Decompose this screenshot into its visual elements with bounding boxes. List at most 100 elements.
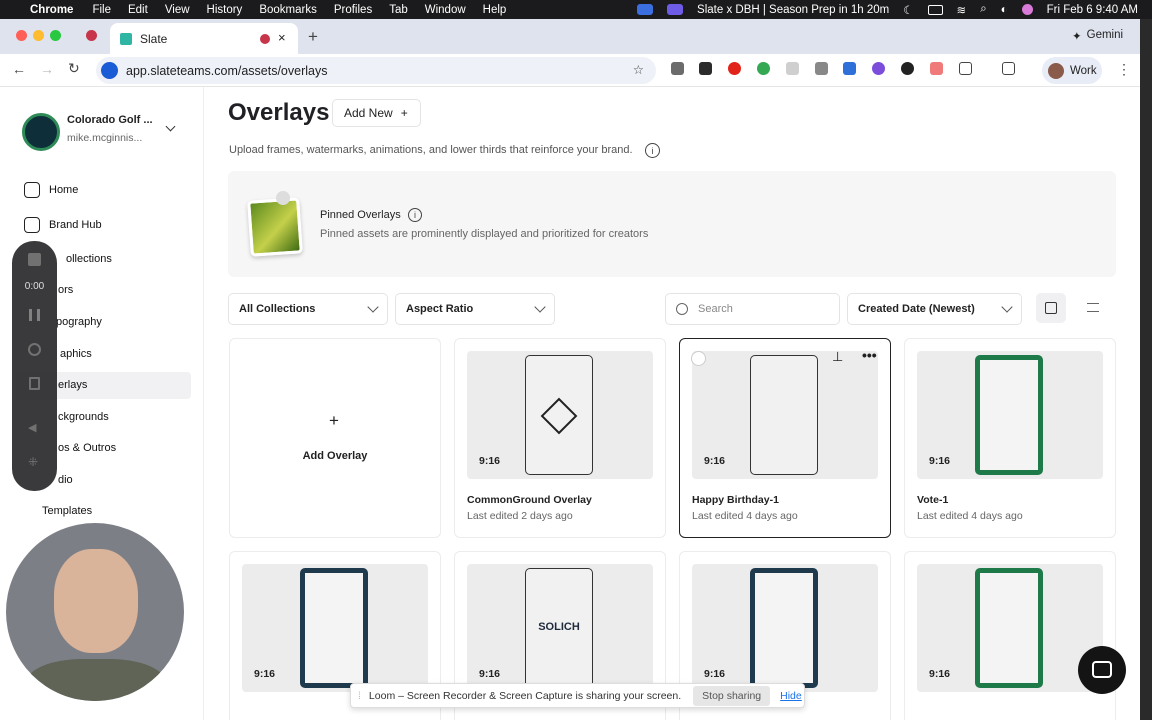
extension-icon[interactable] [930,62,943,75]
profile-chip[interactable]: Work [1042,57,1102,84]
page-subtitle: Upload frames, watermarks, animations, a… [229,144,633,156]
gemini-button[interactable]: ✦ Gemini [1072,29,1123,43]
loom-camera-bubble[interactable] [6,523,184,701]
url-text: app.slateteams.com/assets/overlays [126,63,328,78]
control-center-icon[interactable]: ◐ [1001,4,1008,16]
org-logo [22,113,60,151]
sidebar-item-typography[interactable]: pography [56,310,102,334]
puzzle-icon[interactable] [959,62,972,75]
add-overlay-card[interactable]: + Add Overlay [229,338,441,538]
search-icon[interactable]: ⌕ [980,3,986,16]
clock[interactable]: Fri Feb 6 9:40 AM [1047,4,1138,16]
restart-icon[interactable] [28,343,41,356]
bookmark-star-icon[interactable]: ☆ [633,62,644,77]
pin-icon[interactable]: ⊥ [832,349,843,365]
menubar-app-name[interactable]: Chrome [30,4,73,16]
overlay-thumbnail: 9:16 [242,564,428,692]
aspect-ratio-dropdown[interactable]: Aspect Ratio [395,293,555,325]
sidebar-item-overlays[interactable]: erlays [58,373,87,397]
extension-icon[interactable] [843,62,856,75]
overlay-card[interactable]: 9:16 CommonGround Overlay Last edited 2 … [454,338,666,538]
extension-icon[interactable] [872,62,885,75]
overlay-card[interactable]: 9:16 ⊥ ••• Happy Birthday-1 Last edited … [679,338,891,538]
menu-edit[interactable]: Edit [128,4,148,16]
delete-icon[interactable] [29,377,40,390]
green-frame-overlay [975,568,1043,688]
tab-slate[interactable]: Slate × [110,23,298,54]
sidebar-item-backgrounds[interactable]: ckgrounds [58,405,109,429]
sidebar-item-collections[interactable]: ollections [66,247,112,271]
add-new-button[interactable]: Add New + [332,99,421,127]
sidebar-item-graphics[interactable]: aphics [60,342,92,366]
extension-icon[interactable] [901,62,914,75]
add-overlay-label: Add Overlay [302,450,368,462]
dropdown-value: Aspect Ratio [406,303,474,315]
loom-timer: 0:00 [24,281,45,292]
new-tab-button[interactable]: + [308,27,318,47]
menu-view[interactable]: View [165,4,190,16]
drag-handle-icon[interactable]: ⁞ [358,690,361,702]
org-switcher[interactable]: Colorado Golf ... mike.mcginnis... [22,113,182,151]
forward-icon[interactable]: → [40,61,54,77]
wifi-icon[interactable]: ≋ [957,3,967,17]
overlay-card[interactable]: 9:16 Vote-1 Last edited 4 days ago [904,338,1116,538]
sidebar-item-templates[interactable]: Templates [42,499,92,523]
extension-icon[interactable] [757,62,770,75]
sidebar-item-colors[interactable]: ors [58,278,73,302]
overlay-card[interactable]: 9:16 [904,551,1116,720]
minimize-window-button[interactable] [33,30,44,41]
list-view-button[interactable] [1078,293,1108,323]
chat-support-button[interactable] [1078,646,1126,694]
zoom-icon[interactable] [637,4,654,15]
extension-icon[interactable] [671,62,684,75]
sidebar-item-brand-hub[interactable]: Brand Hub [24,213,102,237]
moon-icon[interactable]: ☾ [903,3,913,17]
menu-tab[interactable]: Tab [389,4,408,16]
pinned-overlays-panel: Pinned Overlays i Pinned assets are prom… [228,171,1116,277]
grid-view-button[interactable] [1036,293,1066,323]
select-checkbox[interactable] [691,351,706,366]
extension-icon[interactable] [786,62,799,75]
zoom-window-button[interactable] [50,30,61,41]
menu-file[interactable]: File [92,4,111,16]
close-window-button[interactable] [16,30,27,41]
sidebar-item-label: aphics [60,348,92,360]
chrome-menu-icon[interactable]: ⋮ [1117,61,1131,78]
menu-bookmarks[interactable]: Bookmarks [259,4,317,16]
menu-history[interactable]: History [207,4,243,16]
sort-dropdown[interactable]: Created Date (Newest) [847,293,1022,325]
pause-icon[interactable] [29,309,40,321]
search-input[interactable]: Search [665,293,840,325]
collections-dropdown[interactable]: All Collections [228,293,388,325]
info-icon[interactable]: i [645,143,660,158]
address-bar[interactable]: app.slateteams.com/assets/overlays ☆ [96,57,656,84]
reload-icon[interactable]: ↻ [68,60,80,77]
calendar-event[interactable]: Slate x DBH | Season Prep in 1h 20m [697,4,889,16]
site-info-icon[interactable] [101,62,118,79]
menu-window[interactable]: Window [425,4,466,16]
screen-share-icon[interactable] [667,4,684,15]
screen: Chrome File Edit View History Bookmarks … [0,0,1152,720]
collapse-icon[interactable]: ◀ [28,421,36,434]
menu-help[interactable]: Help [483,4,507,16]
info-icon[interactable]: i [408,208,422,222]
more-options-icon[interactable]: ••• [862,347,877,363]
back-icon[interactable]: ← [12,61,26,77]
sidebar-item-audio[interactable]: dio [58,468,73,492]
extension-icon[interactable] [699,62,712,75]
tab-search-icon[interactable] [1002,62,1015,75]
sidebar-item-intros-outros[interactable]: os & Outros [58,436,116,460]
dropdown-value: Created Date (Newest) [858,303,975,315]
pinned-subtitle: Pinned assets are prominently displayed … [320,228,649,240]
drawing-tools-icon[interactable]: ⁜ [28,455,38,469]
siri-icon[interactable] [1021,4,1033,15]
close-tab-icon[interactable]: × [278,30,286,45]
battery-icon[interactable] [927,4,943,15]
extension-icon[interactable] [815,62,828,75]
stop-record-button[interactable] [28,253,41,266]
hide-button[interactable]: Hide [780,690,802,702]
menu-profiles[interactable]: Profiles [334,4,372,16]
sidebar-item-home[interactable]: Home [24,178,78,202]
extension-icon[interactable] [728,62,741,75]
stop-sharing-button[interactable]: Stop sharing [693,685,771,706]
